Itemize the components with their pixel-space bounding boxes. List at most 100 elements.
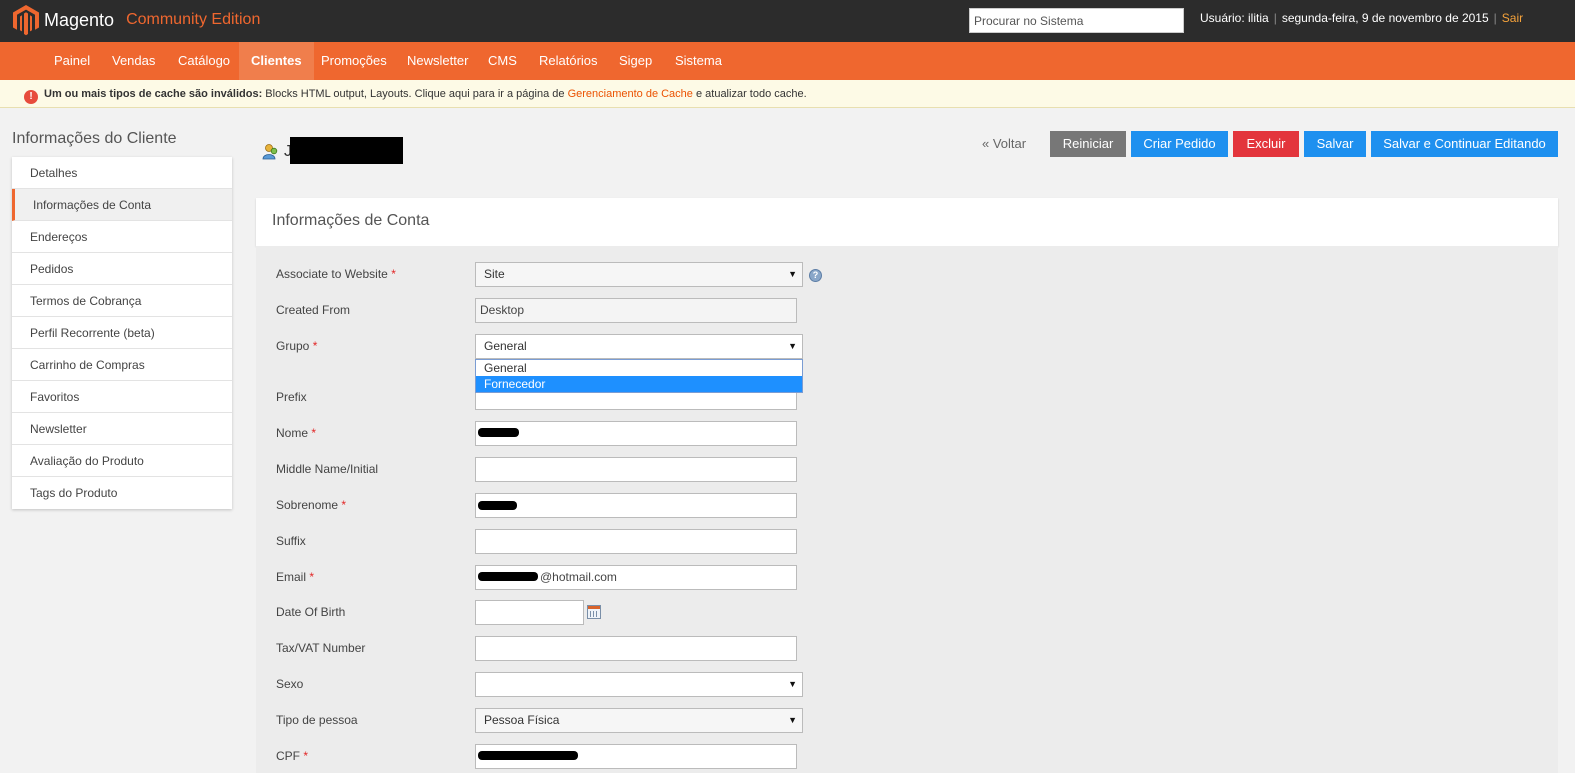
redacted-cpf (478, 751, 578, 760)
delete-button[interactable]: Excluir (1233, 131, 1299, 157)
person-type-label: Tipo de pessoa (276, 713, 358, 727)
top-header: Magento Community Edition Usuário: iliti… (0, 0, 1575, 42)
redacted-customer-name (290, 137, 403, 164)
email-label: Email * (276, 570, 314, 584)
gender-select[interactable]: ▼ (475, 672, 803, 697)
magento-logo[interactable]: Magento Community Edition (12, 4, 260, 36)
person-type-select[interactable]: Pessoa Física ▼ (475, 708, 803, 733)
reset-button[interactable]: Reiniciar (1050, 131, 1126, 157)
redacted-email (478, 572, 538, 581)
sidebar-item-enderecos[interactable]: Endereços (12, 221, 232, 253)
sidebar: Detalhes Informações de Conta Endereços … (12, 157, 232, 509)
magento-logo-icon (13, 5, 39, 36)
middle-name-label: Middle Name/Initial (276, 462, 379, 476)
email-label-text: Email (276, 570, 307, 584)
sidebar-item-perfil-recorrente[interactable]: Perfil Recorrente (beta) (12, 317, 232, 349)
website-select-value: Site (484, 267, 505, 281)
sidebar-item-favoritos[interactable]: Favoritos (12, 381, 232, 413)
sidebar-title: Informações do Cliente (12, 130, 177, 147)
system-search-input[interactable] (969, 8, 1184, 33)
account-form (256, 246, 1558, 773)
suffix-field[interactable] (475, 529, 797, 554)
nav-cms[interactable]: CMS (476, 42, 529, 80)
section-title: Informações de Conta (272, 212, 430, 229)
group-select-value: General (484, 339, 527, 353)
created-from-field: Desktop (475, 298, 797, 323)
calendar-icon[interactable] (587, 605, 601, 619)
group-option-fornecedor[interactable]: Fornecedor (476, 376, 802, 392)
required-mark: * (303, 749, 309, 763)
name-field[interactable] (475, 421, 797, 446)
nav-painel[interactable]: Painel (42, 42, 102, 80)
back-button[interactable]: « Voltar (982, 131, 1026, 157)
group-dropdown-list: General Fornecedor (475, 359, 803, 393)
required-mark: * (312, 339, 318, 353)
required-mark: * (391, 267, 396, 281)
brand-edition: Community Edition (126, 11, 261, 28)
dob-label: Date Of Birth (276, 605, 346, 619)
website-select[interactable]: Site ▼ (475, 262, 803, 287)
group-select[interactable]: General ▼ (475, 334, 803, 359)
lastname-label: Sobrenome * (276, 498, 346, 512)
account-info-section-header: Informações de Conta (256, 198, 1558, 246)
nav-relatorios[interactable]: Relatórios (527, 42, 610, 80)
name-label: Nome * (276, 426, 316, 440)
chevron-down-icon: ▼ (788, 341, 797, 351)
group-option-general[interactable]: General (476, 360, 802, 376)
person-type-select-value: Pessoa Física (484, 713, 560, 727)
create-order-button[interactable]: Criar Pedido (1131, 131, 1228, 157)
notice-tail: e atualizar todo cache. (692, 88, 807, 100)
sidebar-item-pedidos[interactable]: Pedidos (12, 253, 232, 285)
taxvat-field[interactable] (475, 636, 797, 661)
cache-notice: ! Um ou mais tipos de cache são inválidos… (0, 80, 1575, 108)
brand-name: Magento (44, 9, 115, 30)
redacted-lastname (478, 501, 517, 510)
sidebar-item-tags-do-produto[interactable]: Tags do Produto (12, 477, 232, 509)
required-mark: * (309, 570, 315, 584)
group-label-text: Grupo (276, 339, 310, 353)
nav-sigep[interactable]: Sigep (607, 42, 664, 80)
cache-management-link[interactable]: Gerenciamento de Cache (568, 88, 693, 100)
current-date: segunda-feira, 9 de novembro de 2015 (1281, 11, 1489, 25)
user-name: Usuário: ilitia (1200, 11, 1269, 25)
nav-clientes[interactable]: Clientes (239, 42, 314, 80)
save-button[interactable]: Salvar (1304, 131, 1366, 157)
sidebar-item-informacoes-de-conta[interactable]: Informações de Conta (12, 189, 232, 221)
nav-vendas[interactable]: Vendas (100, 42, 167, 80)
created-from-label: Created From (276, 303, 351, 317)
notice-bold: Um ou mais tipos de cache são inválidos: (44, 88, 263, 100)
main-nav: Painel Vendas Catálogo Clientes Promoçõe… (0, 42, 1575, 80)
sidebar-item-carrinho-de-compras[interactable]: Carrinho de Compras (12, 349, 232, 381)
group-label: Grupo * (276, 339, 317, 353)
taxvat-label: Tax/VAT Number (276, 641, 366, 655)
lastname-field[interactable] (475, 493, 797, 518)
nav-promocoes[interactable]: Promoções (309, 42, 399, 80)
lastname-label-text: Sobrenome (276, 498, 339, 512)
customer-icon (262, 144, 278, 160)
middle-name-field[interactable] (475, 457, 797, 482)
suffix-label: Suffix (276, 534, 306, 548)
website-label: Associate to Website * (276, 267, 396, 281)
required-mark: * (311, 426, 317, 440)
sidebar-item-newsletter[interactable]: Newsletter (12, 413, 232, 445)
sidebar-item-avaliacao-do-produto[interactable]: Avaliação do Produto (12, 445, 232, 477)
save-continue-button[interactable]: Salvar e Continuar Editando (1371, 131, 1558, 157)
separator: | (1273, 11, 1277, 25)
nav-newsletter[interactable]: Newsletter (395, 42, 480, 80)
user-info: Usuário: ilitia | segunda-feira, 9 de nove… (1200, 11, 1523, 25)
sidebar-item-detalhes[interactable]: Detalhes (12, 157, 232, 189)
notice-text: Blocks HTML output, Layouts. Clique aqui… (262, 88, 568, 100)
chevron-down-icon: ▼ (788, 679, 797, 689)
help-icon[interactable]: ? (809, 269, 822, 282)
name-label-text: Nome (276, 426, 309, 440)
nav-catalogo[interactable]: Catálogo (166, 42, 242, 80)
website-label-text: Associate to Website (276, 267, 388, 281)
nav-sistema[interactable]: Sistema (663, 42, 734, 80)
chevron-down-icon: ▼ (788, 269, 797, 279)
sidebar-item-termos-de-cobranca[interactable]: Termos de Cobrança (12, 285, 232, 317)
logout-link[interactable]: Sair (1502, 11, 1523, 25)
dob-field[interactable] (475, 600, 584, 625)
separator: | (1493, 11, 1497, 25)
required-mark: * (341, 498, 347, 512)
prefix-label: Prefix (276, 390, 307, 404)
